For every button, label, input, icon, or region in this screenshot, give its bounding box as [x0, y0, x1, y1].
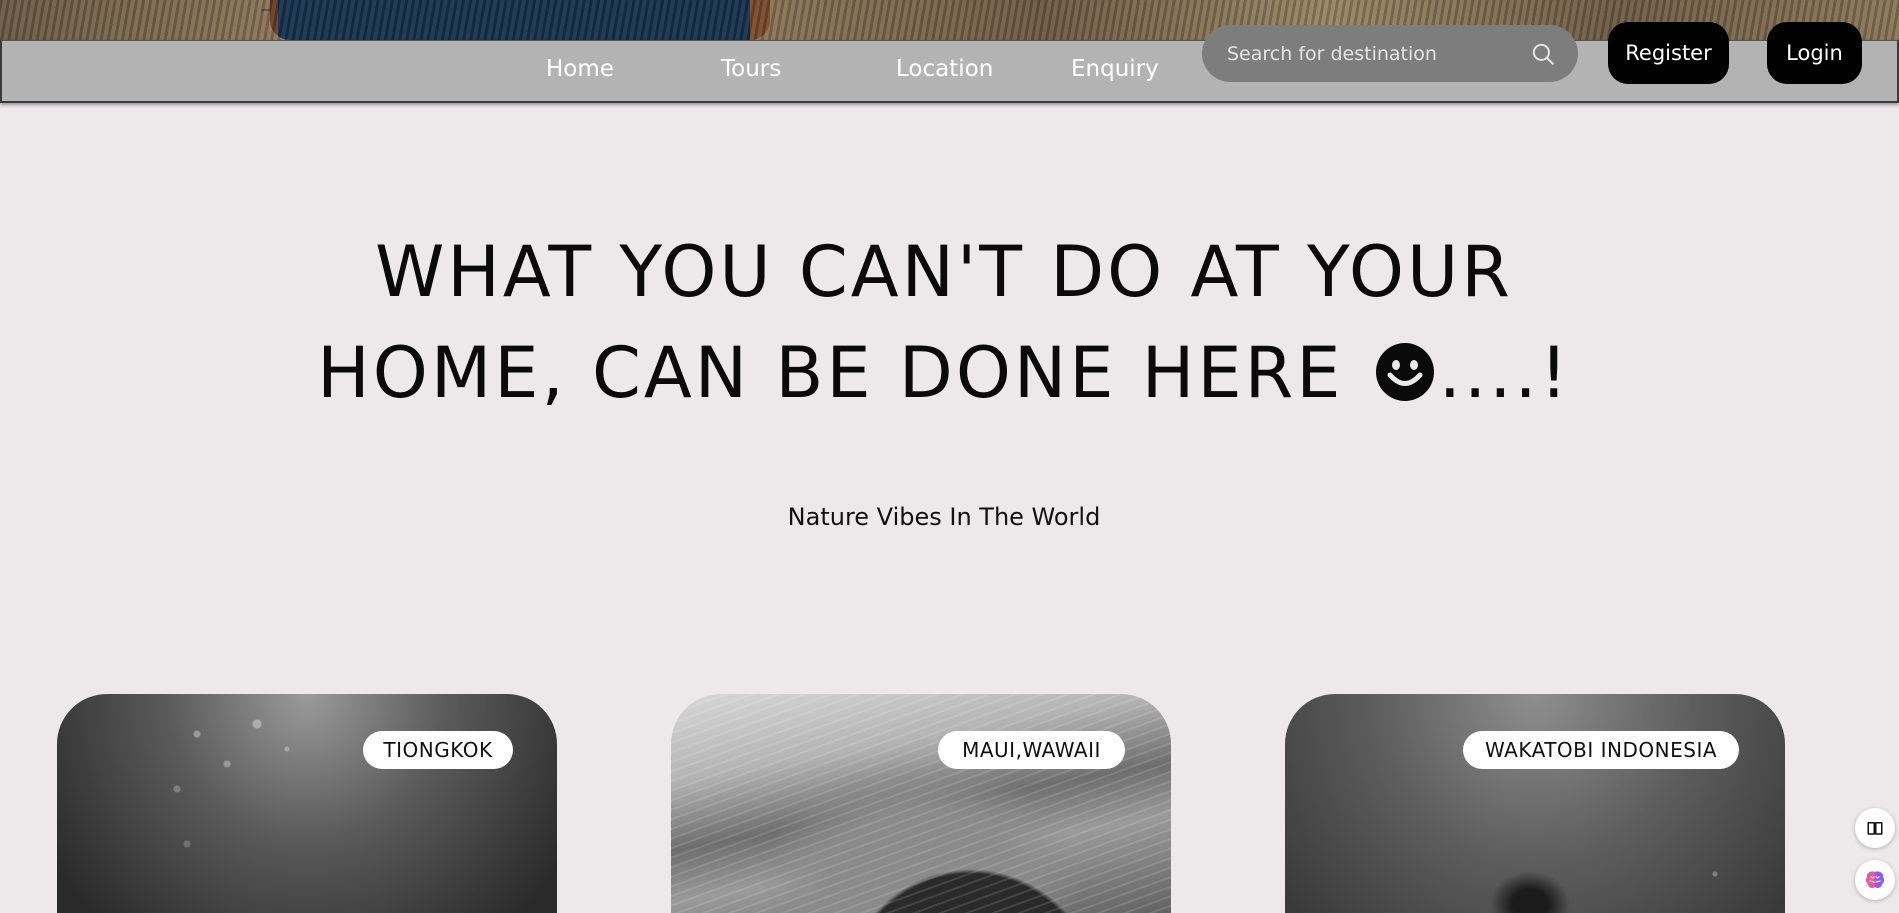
destination-tag: MAUI,WAWAII: [938, 731, 1125, 769]
hero-headline-suffix: ....!: [1438, 332, 1571, 414]
destination-card-maui[interactable]: MAUI,WAWAII: [671, 694, 1171, 913]
destination-card-wakatobi[interactable]: WAKATOBI INDONESIA: [1285, 694, 1785, 913]
search-input[interactable]: [1227, 42, 1530, 65]
register-button[interactable]: Register: [1608, 22, 1729, 84]
login-button[interactable]: Login: [1767, 22, 1862, 84]
brain-icon: [1865, 871, 1885, 888]
hero-photo-person: [270, 0, 770, 40]
nav-link-tours[interactable]: Tours: [721, 53, 781, 85]
assistant-button[interactable]: [1855, 860, 1895, 900]
hero-subtitle: Nature Vibes In The World: [787, 503, 1101, 531]
search-icon[interactable]: [1530, 41, 1556, 67]
page: Home Tours Location Enquiry Register Log…: [0, 0, 1899, 913]
reader-button[interactable]: [1855, 808, 1895, 848]
destination-image: [671, 694, 1171, 913]
nav-link-home[interactable]: Home: [546, 53, 614, 85]
nav-link-location[interactable]: Location: [896, 53, 993, 85]
hero-headline-line1: WHAT YOU CAN'T DO AT YOUR: [375, 231, 1513, 313]
hero-headline: WHAT YOU CAN'T DO AT YOUR HOME, CAN BE D…: [0, 222, 1888, 424]
destination-tag: WAKATOBI INDONESIA: [1463, 731, 1739, 769]
nav-link-enquiry[interactable]: Enquiry: [1071, 53, 1159, 85]
book-icon: [1867, 822, 1883, 835]
smiley-icon: [1375, 343, 1434, 401]
destination-card-tiongkok[interactable]: TIONGKOK: [57, 694, 557, 913]
destination-image: [57, 694, 557, 913]
destination-image: [1285, 694, 1785, 913]
search-bar: [1202, 25, 1578, 82]
hero-headline-line2: HOME, CAN BE DONE HERE: [317, 332, 1344, 414]
destination-tag: TIONGKOK: [363, 731, 513, 769]
